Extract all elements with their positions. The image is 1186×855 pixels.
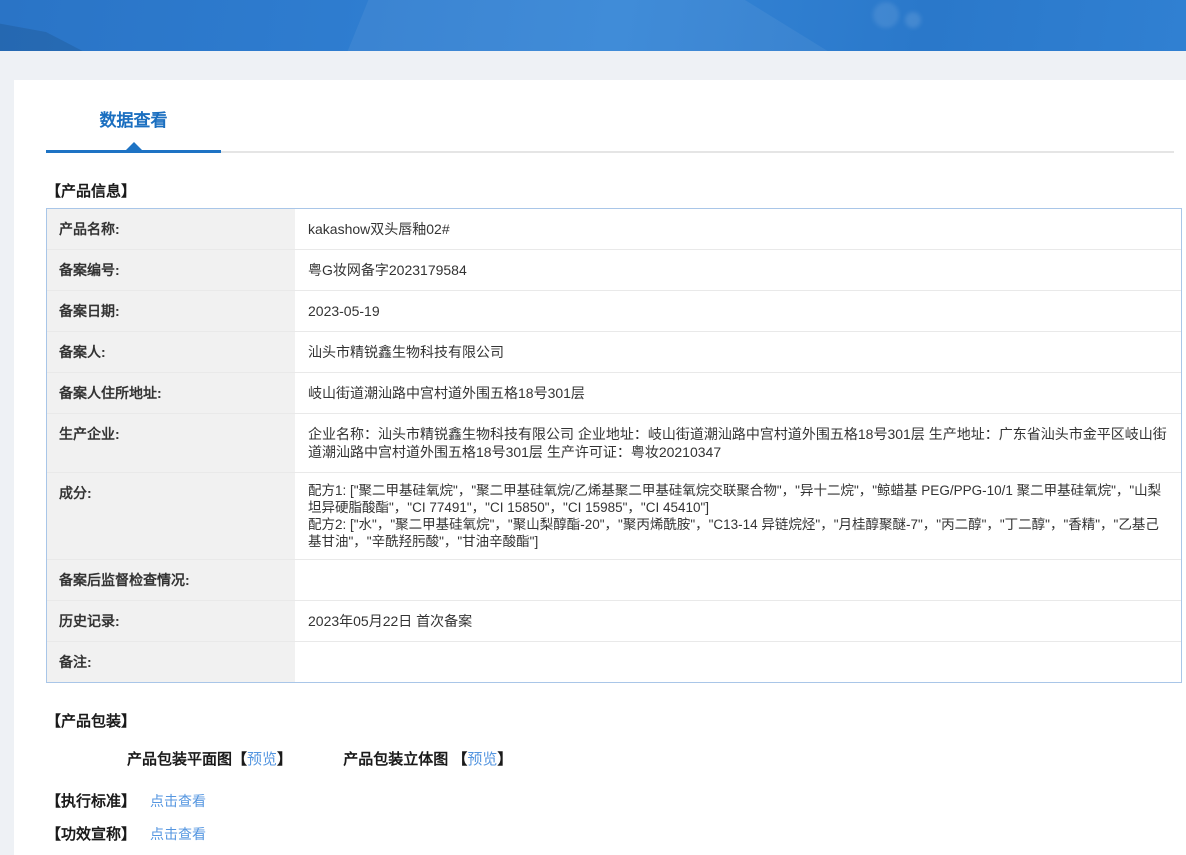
table-row: 备案人住所地址: 岐山街道潮汕路中宫村道外围五格18号301层 — [47, 373, 1181, 414]
product-info-table: 产品名称: kakashow双头唇釉02# 备案编号: 粤G妆网备字202317… — [46, 208, 1182, 683]
package-previews: 产品包装平面图【预览】 产品包装立体图 【预览】 — [46, 748, 1176, 769]
package-flat-bracket: 】 — [277, 751, 292, 768]
top-banner — [0, 0, 1186, 51]
content-card: 数据查看 【产品信息】 产品名称: kakashow双头唇釉02# 备案编号: … — [14, 80, 1186, 855]
table-row: 历史记录: 2023年05月22日 首次备案 — [47, 601, 1181, 642]
efficacy-claim-heading: 【功效宣称】 — [46, 826, 136, 843]
package-stereo-label: 产品包装立体图 【 — [343, 751, 467, 768]
row-value-history: 2023年05月22日 首次备案 — [295, 601, 1181, 641]
row-value-filer: 汕头市精锐鑫生物科技有限公司 — [295, 332, 1181, 372]
row-label-manufacturer: 生产企业: — [47, 414, 295, 472]
exec-standard-heading: 【执行标准】 — [46, 793, 136, 810]
efficacy-claim-line: 【功效宣称】点击查看 — [46, 823, 1176, 844]
row-value-remarks — [295, 642, 1181, 682]
banner-decoration-circle — [873, 2, 899, 28]
package-flat-label: 产品包装平面图【 — [127, 751, 247, 768]
row-value-product-name: kakashow双头唇釉02# — [295, 209, 1181, 249]
package-flat-item: 产品包装平面图【预览】 — [127, 751, 292, 768]
row-label-filer-address: 备案人住所地址: — [47, 373, 295, 413]
tab-bar: 数据查看 — [46, 80, 1174, 153]
row-value-filer-address: 岐山街道潮汕路中宫村道外围五格18号301层 — [295, 373, 1181, 413]
table-row: 产品名称: kakashow双头唇釉02# — [47, 209, 1181, 250]
banner-decoration-circle — [905, 12, 921, 28]
efficacy-claim-view-link[interactable]: 点击查看 — [150, 826, 206, 842]
row-value-filing-number: 粤G妆网备字2023179584 — [295, 250, 1181, 290]
package-stereo-item: 产品包装立体图 【预览】 — [343, 751, 512, 768]
row-value-filing-date: 2023-05-19 — [295, 291, 1181, 331]
banner-decoration-polygon — [340, 0, 880, 51]
row-label-history: 历史记录: — [47, 601, 295, 641]
row-label-product-name: 产品名称: — [47, 209, 295, 249]
table-row: 备案编号: 粤G妆网备字2023179584 — [47, 250, 1181, 291]
package-stereo-preview-link[interactable]: 预览 — [467, 751, 497, 768]
row-value-manufacturer: 企业名称：汕头市精锐鑫生物科技有限公司 企业地址：岐山街道潮汕路中宫村道外围五格… — [295, 414, 1181, 472]
banner-decoration-corner — [0, 20, 100, 51]
exec-standard-line: 【执行标准】点击查看 — [46, 790, 1176, 811]
row-label-post-filing-inspection: 备案后监督检查情况: — [47, 560, 295, 600]
row-label-filing-number: 备案编号: — [47, 250, 295, 290]
tab-data-view[interactable]: 数据查看 — [46, 106, 221, 153]
package-stereo-bracket: 】 — [497, 751, 512, 768]
exec-standard-view-link[interactable]: 点击查看 — [150, 793, 206, 809]
table-row: 备注: — [47, 642, 1181, 682]
product-package-heading: 【产品包装】 — [46, 710, 1176, 731]
table-row: 备案后监督检查情况: — [47, 560, 1181, 601]
row-label-filing-date: 备案日期: — [47, 291, 295, 331]
table-row: 生产企业: 企业名称：汕头市精锐鑫生物科技有限公司 企业地址：岐山街道潮汕路中宫… — [47, 414, 1181, 473]
tab-data-view-label: 数据查看 — [100, 111, 168, 130]
table-row: 成分: 配方1: ["聚二甲基硅氧烷"，"聚二甲基硅氧烷/乙烯基聚二甲基硅氧烷交… — [47, 473, 1181, 560]
row-label-remarks: 备注: — [47, 642, 295, 682]
package-flat-preview-link[interactable]: 预览 — [247, 751, 277, 768]
product-info-heading: 【产品信息】 — [46, 180, 1176, 201]
row-value-ingredients: 配方1: ["聚二甲基硅氧烷"，"聚二甲基硅氧烷/乙烯基聚二甲基硅氧烷交联聚合物… — [295, 473, 1181, 559]
table-row: 备案人: 汕头市精锐鑫生物科技有限公司 — [47, 332, 1181, 373]
row-label-ingredients: 成分: — [47, 473, 295, 559]
row-label-filer: 备案人: — [47, 332, 295, 372]
table-row: 备案日期: 2023-05-19 — [47, 291, 1181, 332]
tab-active-arrow-icon — [126, 142, 142, 150]
row-value-post-filing-inspection — [295, 560, 1181, 600]
